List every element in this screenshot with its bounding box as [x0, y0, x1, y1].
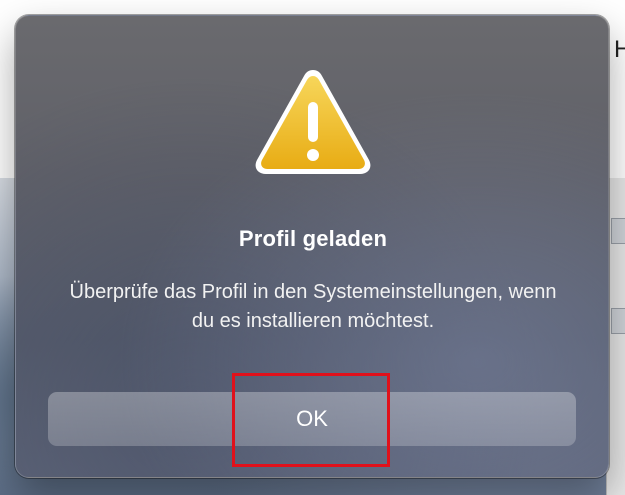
background-panel-box	[611, 218, 625, 244]
background-panel-box	[611, 308, 625, 334]
dialog-message: Überprüfe das Profil in den Systemeinste…	[69, 281, 557, 332]
warning-icon	[255, 70, 371, 174]
highlight-annotation	[232, 373, 390, 467]
background-peek-text: H	[614, 36, 625, 63]
dialog-title: Profil geladen	[238, 226, 388, 251]
